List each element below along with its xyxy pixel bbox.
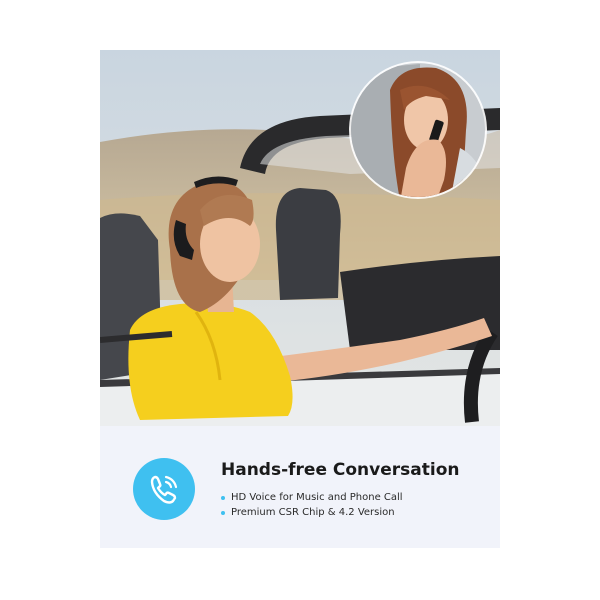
bullet-dot-icon: [221, 495, 225, 500]
hero-photo: [100, 50, 500, 426]
feature-item-text: Premium CSR Chip & 4.2 Version: [231, 507, 395, 518]
feature-headline: Hands-free Conversation: [221, 460, 460, 480]
feature-caption: Hands-free Conversation HD Voice for Mus…: [100, 426, 500, 548]
phone-call-icon: [133, 458, 195, 520]
feature-list: HD Voice for Music and Phone Call Premiu…: [221, 490, 403, 520]
product-feature-card: Hands-free Conversation HD Voice for Mus…: [100, 50, 500, 548]
feature-item: Premium CSR Chip & 4.2 Version: [221, 505, 403, 520]
feature-item: HD Voice for Music and Phone Call: [221, 490, 403, 505]
feature-item-text: HD Voice for Music and Phone Call: [231, 492, 403, 503]
passenger-seat: [275, 188, 341, 300]
bullet-dot-icon: [221, 510, 225, 515]
driving-scene-illustration: [100, 50, 500, 426]
